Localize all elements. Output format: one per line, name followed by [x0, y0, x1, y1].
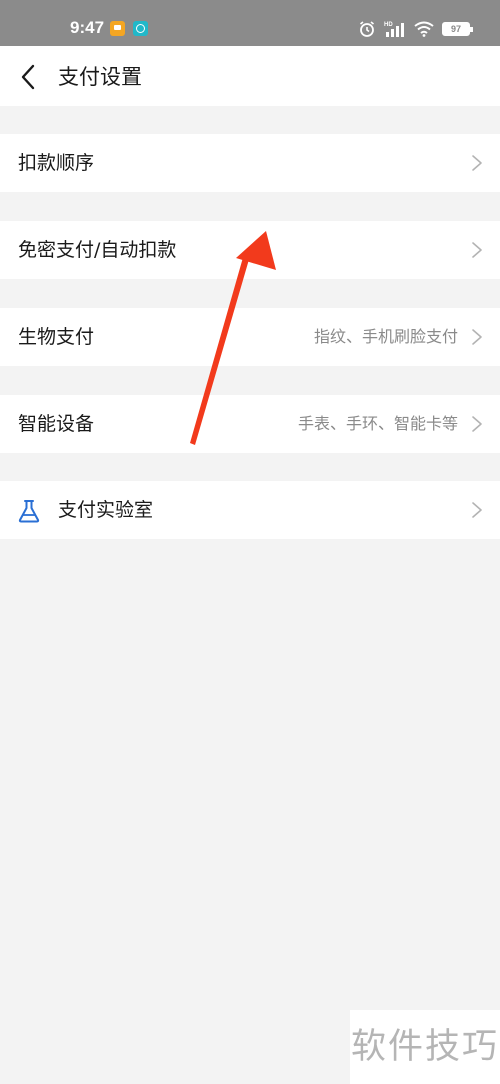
header: 支付设置 — [0, 46, 500, 106]
settings-item-value: 指纹、手机刷脸支付 — [313, 327, 458, 346]
settings-item-label: 智能设备 — [18, 413, 95, 435]
chevron-right-icon — [472, 329, 482, 345]
settings-item-smart-devices[interactable]: 智能设备 手表、手环、智能卡等 — [0, 395, 500, 453]
page-title: 支付设置 — [58, 65, 142, 89]
settings-item-label: 扣款顺序 — [18, 152, 95, 174]
svg-text:HD: HD — [384, 22, 393, 28]
battery-level: 97 — [444, 24, 468, 34]
chevron-right-icon — [472, 502, 482, 518]
chevron-right-icon — [472, 155, 482, 171]
settings-item-biometric[interactable]: 生物支付 指纹、手机刷脸支付 — [0, 308, 500, 366]
browser-app-icon — [133, 21, 148, 36]
battery-icon: 97 — [442, 22, 473, 36]
status-indicators: HD 97 — [358, 18, 473, 40]
settings-item-value: 手表、手环、智能卡等 — [297, 414, 458, 433]
chevron-right-icon — [472, 242, 482, 258]
notes-app-icon — [110, 21, 125, 36]
settings-item-label: 免密支付/自动扣款 — [18, 239, 177, 261]
settings-item-label: 支付实验室 — [58, 499, 154, 521]
settings-item-payment-lab[interactable]: 支付实验室 — [0, 481, 500, 539]
chevron-right-icon — [472, 416, 482, 432]
hd-signal-icon: HD — [384, 22, 404, 37]
wifi-icon — [414, 21, 434, 37]
settings-item-label: 生物支付 — [18, 326, 95, 348]
settings-item-password-free[interactable]: 免密支付/自动扣款 — [0, 221, 500, 279]
status-time: 9:47 — [70, 18, 105, 37]
settings-item-deduction-order[interactable]: 扣款顺序 — [0, 134, 500, 192]
alarm-icon — [360, 21, 374, 37]
flask-icon — [18, 500, 40, 523]
watermark: 软件技巧 — [350, 1010, 500, 1084]
status-bar: 9:47 HD 97 — [0, 0, 500, 46]
back-button[interactable] — [14, 62, 44, 92]
